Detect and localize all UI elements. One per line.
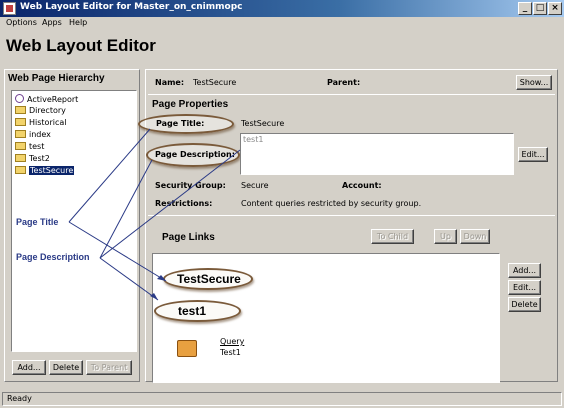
arrow-description-to-field — [99, 149, 241, 259]
annotation-arrows — [68, 128, 241, 301]
arrow-description-to-label — [99, 159, 153, 259]
arrow-page-title-to-label — [68, 128, 151, 223]
status-text: Ready — [2, 392, 562, 406]
arrow-description-to-link — [99, 257, 159, 301]
annotation-page-description: Page Description — [16, 252, 90, 262]
arrowhead — [150, 293, 158, 300]
annotation-page-title: Page Title — [16, 217, 59, 227]
